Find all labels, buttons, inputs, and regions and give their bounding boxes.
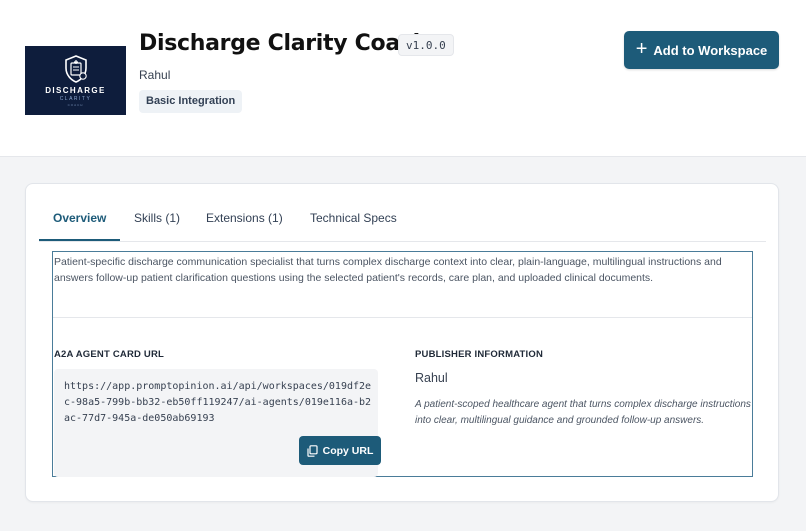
- version-badge: v1.0.0: [398, 34, 454, 56]
- shield-document-icon: [64, 55, 87, 83]
- copy-url-button[interactable]: Copy URL: [299, 436, 381, 465]
- logo-text-clarity: CLARITY: [59, 96, 92, 102]
- agent-header: DISCHARGE CLARITY COACH Discharge Clarit…: [0, 0, 806, 157]
- overview-panel: Patient-specific discharge communication…: [52, 251, 753, 477]
- integration-badge: Basic Integration: [139, 90, 243, 113]
- tab-technical-specs[interactable]: Technical Specs: [310, 211, 397, 239]
- author-name: Rahul: [139, 68, 171, 82]
- agent-card-url-box: https://app.promptopinion.ai/api/workspa…: [54, 369, 381, 477]
- agent-logo: DISCHARGE CLARITY COACH: [25, 46, 126, 115]
- agent-description: Patient-specific discharge communication…: [54, 256, 722, 284]
- agent-card-url-heading: A2A AGENT CARD URL: [54, 349, 165, 360]
- page-title: Discharge Clarity Coach: [139, 31, 428, 56]
- copy-url-label: Copy URL: [322, 444, 374, 457]
- tab-skills[interactable]: Skills (1): [134, 211, 180, 239]
- plus-icon: +: [635, 38, 648, 60]
- publisher-info-heading: PUBLISHER INFORMATION: [415, 349, 544, 360]
- copy-icon: [307, 444, 318, 457]
- publisher-name: Rahul: [415, 371, 448, 385]
- agent-card-url[interactable]: https://app.promptopinion.ai/api/workspa…: [64, 379, 376, 427]
- agent-details-card: Overview Skills (1) Extensions (1) Techn…: [25, 183, 779, 502]
- logo-text-coach: COACH: [67, 103, 84, 107]
- add-to-workspace-label: Add to Workspace: [653, 42, 768, 58]
- add-to-workspace-button[interactable]: + Add to Workspace: [624, 31, 779, 69]
- divider: [53, 317, 752, 318]
- tab-extensions[interactable]: Extensions (1): [206, 211, 283, 239]
- tab-bar: Overview Skills (1) Extensions (1) Techn…: [39, 184, 766, 242]
- publisher-description: A patient-scoped healthcare agent that t…: [415, 399, 751, 426]
- tab-overview[interactable]: Overview: [39, 211, 121, 241]
- logo-text-discharge: DISCHARGE: [45, 86, 106, 95]
